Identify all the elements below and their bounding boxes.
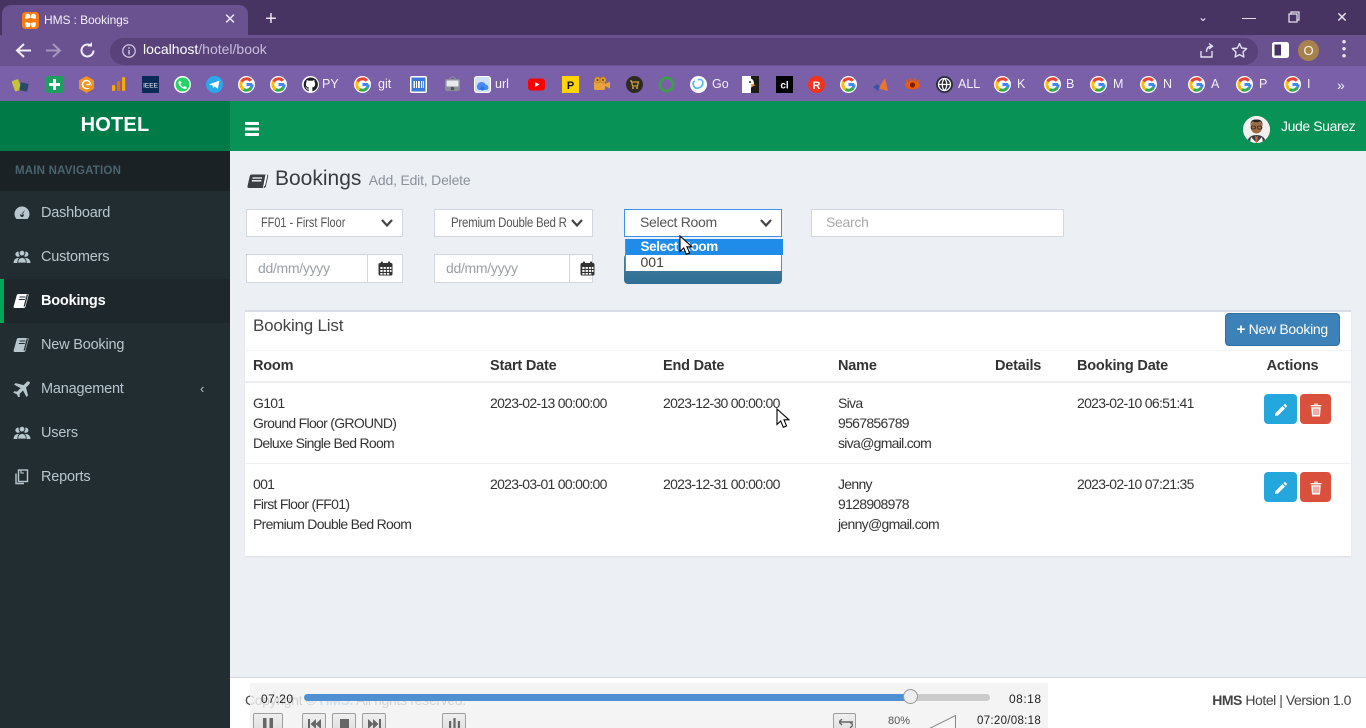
svg-text:IEEE: IEEE xyxy=(143,83,158,90)
svg-text:P: P xyxy=(567,80,574,92)
svg-text:R: R xyxy=(813,80,821,92)
svg-text:cl: cl xyxy=(780,81,789,92)
